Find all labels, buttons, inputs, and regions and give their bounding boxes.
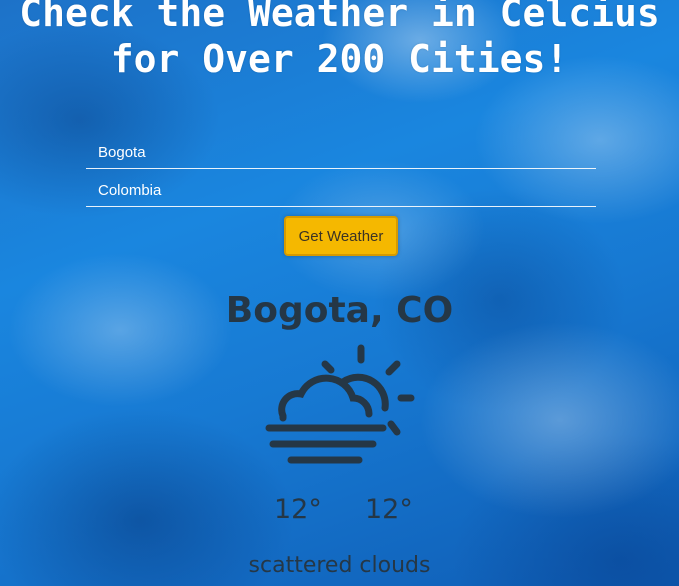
city-input[interactable] [86,137,596,169]
temp-max: 12° [365,494,413,525]
weather-description: scattered clouds [248,553,431,578]
country-input[interactable] [86,175,596,207]
get-weather-button[interactable]: Get Weather [284,216,398,256]
temp-min: 12° [274,494,322,525]
partly-cloudy-fog-icon [265,344,415,464]
location-label: Bogota, CO [225,290,454,331]
page-title: Check the Weather in Celcius for Over 20… [19,0,660,81]
